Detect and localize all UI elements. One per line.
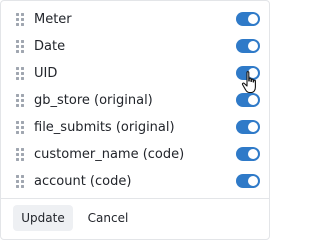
drag-handle-icon[interactable]	[16, 121, 26, 135]
column-label: Meter	[34, 12, 72, 27]
drag-handle-icon[interactable]	[16, 175, 26, 189]
footer-divider	[1, 198, 269, 199]
drag-handle-icon[interactable]	[16, 148, 26, 162]
cancel-button[interactable]: Cancel	[81, 205, 135, 231]
column-label: customer_name (code)	[34, 147, 185, 162]
drag-handle-icon[interactable]	[16, 13, 26, 27]
column-toggle[interactable]	[236, 66, 260, 80]
column-toggle[interactable]	[236, 93, 260, 107]
column-list: Meter Date UID gb_store (original) file_…	[1, 6, 269, 195]
column-row-meter[interactable]: Meter	[1, 6, 269, 33]
column-toggle[interactable]	[236, 147, 260, 161]
column-label: account (code)	[34, 174, 132, 189]
column-label: UID	[34, 66, 58, 81]
column-label: gb_store (original)	[34, 93, 153, 108]
column-toggle[interactable]	[236, 39, 260, 53]
column-picker-panel: Meter Date UID gb_store (original) file_…	[0, 0, 270, 240]
column-toggle[interactable]	[236, 12, 260, 26]
drag-handle-icon[interactable]	[16, 94, 26, 108]
column-row-uid[interactable]: UID	[1, 60, 269, 87]
column-row-date[interactable]: Date	[1, 33, 269, 60]
update-button[interactable]: Update	[13, 205, 73, 231]
column-row-customer-name[interactable]: customer_name (code)	[1, 141, 269, 168]
column-toggle[interactable]	[236, 174, 260, 188]
column-row-file-submits[interactable]: file_submits (original)	[1, 114, 269, 141]
column-toggle[interactable]	[236, 120, 260, 134]
column-label: file_submits (original)	[34, 120, 175, 135]
column-row-account[interactable]: account (code)	[1, 168, 269, 195]
drag-handle-icon[interactable]	[16, 40, 26, 54]
column-label: Date	[34, 39, 66, 54]
drag-handle-icon[interactable]	[16, 67, 26, 81]
column-row-gb-store[interactable]: gb_store (original)	[1, 87, 269, 114]
